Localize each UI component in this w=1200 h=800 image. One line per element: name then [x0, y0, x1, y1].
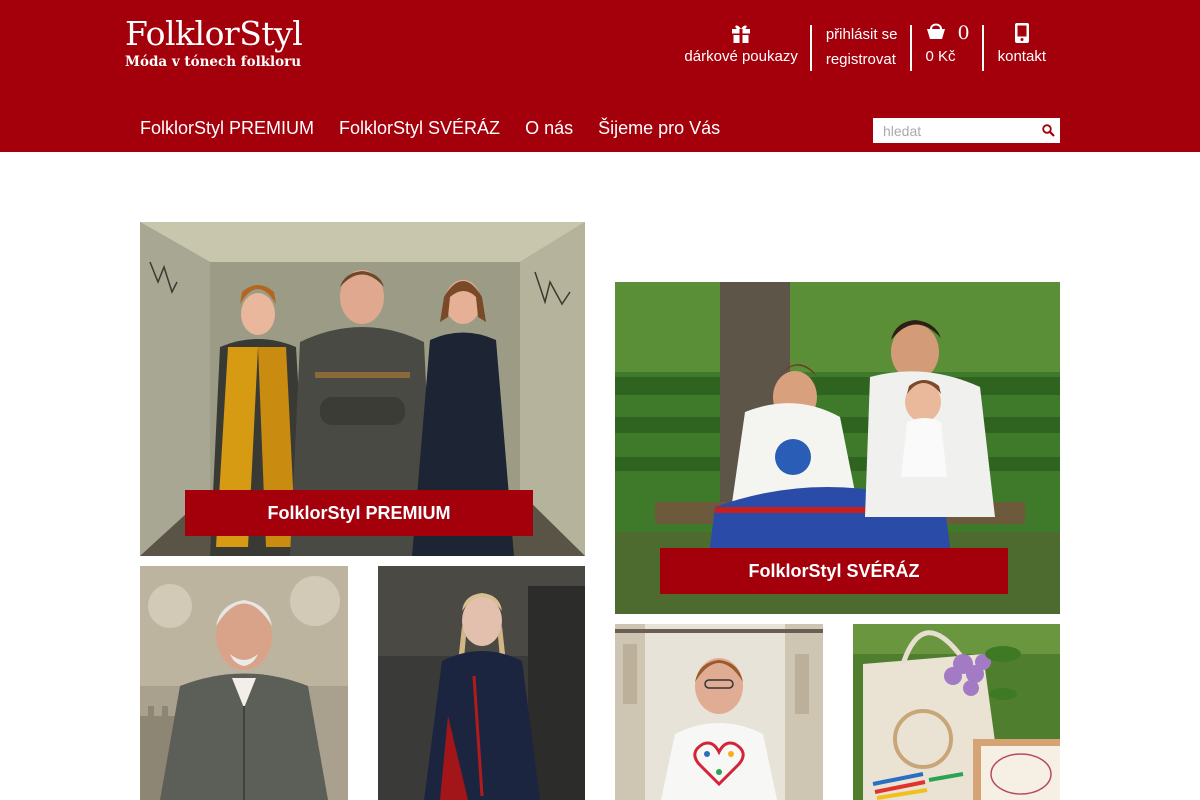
sveraz-caption[interactable]: FolklorStyl SVÉRÁZ — [660, 548, 1008, 594]
embroidery-shirt-tile[interactable] — [615, 624, 823, 800]
premium-tile[interactable]: FolklorStyl PREMIUM — [140, 222, 585, 556]
search-icon[interactable] — [1042, 124, 1055, 142]
top-links: dárkové poukazy přihlásit se registrovat… — [670, 22, 1060, 72]
sveraz-tile[interactable]: FolklorStyl SVÉRÁZ — [615, 282, 1060, 614]
gift-vouchers-link[interactable]: dárkové poukazy — [670, 22, 813, 71]
cart-link[interactable]: 0 0 Kč — [912, 22, 984, 71]
nav-item-sveraz[interactable]: FolklorStyl SVÉRÁZ — [339, 118, 500, 138]
search-input[interactable] — [873, 118, 1041, 143]
logo-name: FolklorStyl — [125, 14, 303, 53]
contact-link[interactable]: kontakt — [984, 22, 1060, 70]
embroidery-shirt-photo — [615, 624, 823, 800]
phone-icon — [1014, 22, 1029, 44]
contact-label: kontakt — [997, 48, 1046, 65]
embroidery-kit-tile[interactable] — [853, 624, 1060, 800]
nav-item-premium[interactable]: FolklorStyl PREMIUM — [140, 118, 314, 138]
account-links: přihlásit se registrovat — [812, 22, 912, 72]
nav-item-custom-sewing[interactable]: Šijeme pro Vás — [598, 118, 720, 138]
login-link[interactable]: přihlásit se — [826, 22, 898, 47]
logo-tagline: Móda v tónech folkloru — [125, 54, 302, 70]
gift-icon — [731, 22, 751, 44]
premium-caption[interactable]: FolklorStyl PREMIUM — [185, 490, 533, 536]
search-box — [873, 118, 1060, 143]
woman-coat-tile[interactable] — [378, 566, 585, 800]
cart-total: 0 Kč — [925, 48, 956, 65]
woman-coat-photo — [378, 566, 585, 800]
shopping-basket-icon — [926, 22, 946, 44]
site-header: FolklorStyl Móda v tónech folkloru dárko… — [0, 0, 1200, 152]
man-portrait-photo — [140, 566, 348, 800]
nav-item-about[interactable]: O nás — [525, 118, 573, 138]
man-portrait-tile[interactable] — [140, 566, 348, 800]
main-nav: FolklorStyl PREMIUM FolklorStyl SVÉRÁZ O… — [140, 118, 720, 138]
gift-vouchers-label: dárkové poukazy — [684, 48, 798, 65]
cart-count: 0 — [957, 22, 970, 44]
register-link[interactable]: registrovat — [826, 47, 896, 72]
logo[interactable]: FolklorStyl Móda v tónech folkloru — [125, 14, 303, 70]
embroidery-kit-photo — [853, 624, 1060, 800]
